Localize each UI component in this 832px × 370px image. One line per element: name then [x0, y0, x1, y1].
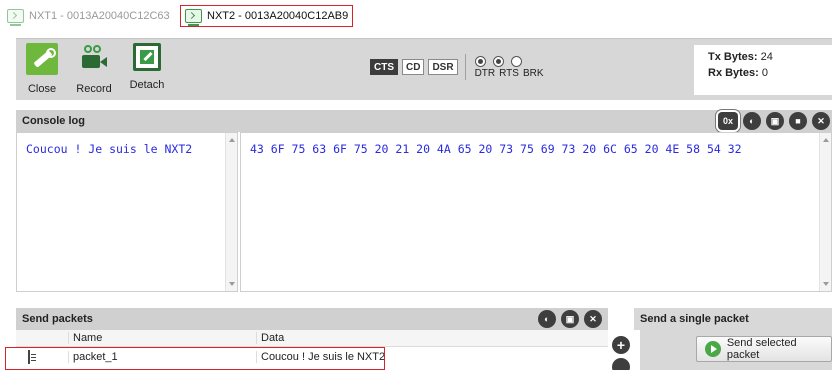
column-name: Name	[68, 332, 256, 344]
clear-icon[interactable]: ◐	[538, 310, 556, 328]
byte-stats: Tx Bytes: 24 Rx Bytes: 0	[694, 45, 832, 95]
console-log-header: Console log 0x ◐ ▣ ■ ✕	[16, 110, 832, 132]
line-toggles: DTR RTS BRK	[474, 55, 544, 79]
detach-icon	[133, 43, 161, 71]
single-packet-title: Send a single packet	[640, 313, 749, 325]
rts-label: RTS	[499, 67, 519, 79]
ascii-console[interactable]: Coucou ! Je suis le NXT2	[16, 132, 238, 292]
console-title: Console log	[22, 115, 85, 127]
close-icon[interactable]: ✕	[584, 310, 602, 328]
plug-icon	[26, 43, 58, 75]
tab-nxt2[interactable]: NXT2 - 0013A20040C12AB9	[180, 5, 354, 27]
brk-toggle[interactable]	[510, 55, 522, 67]
tab-label: NXT2 - 0013A20040C12AB9	[207, 10, 349, 22]
detach-label: Detach	[129, 79, 165, 91]
scrollbar[interactable]	[819, 133, 831, 291]
tx-value: 24	[760, 51, 773, 63]
tab-nxt1[interactable]: NXT1 - 0013A20040C12C63	[7, 5, 170, 27]
record-button[interactable]: Record	[76, 43, 112, 95]
ascii-text: Coucou ! Je suis le NXT2	[26, 142, 193, 156]
send-selected-packet-button[interactable]: Send selected packet	[696, 336, 832, 362]
save-icon[interactable]: ▣	[561, 310, 579, 328]
dtr-toggle[interactable]	[474, 55, 486, 67]
brk-label: BRK	[522, 67, 544, 79]
camera-icon	[78, 43, 110, 75]
single-packet-header: Send a single packet	[634, 308, 832, 330]
selected-row-highlight	[5, 347, 385, 370]
single-packet-panel: Send selected packet	[640, 330, 832, 370]
tx-label: Tx Bytes:	[708, 51, 758, 63]
close-label: Close	[27, 83, 57, 95]
dtr-label: DTR	[474, 67, 496, 79]
record-label: Record	[76, 83, 112, 95]
console-toolbar: Close Record Detach CTS CD DSR DTR RTS B…	[16, 38, 832, 100]
add-icon[interactable]: +	[612, 336, 630, 354]
tab-label: NXT1 - 0013A20040C12C63	[29, 10, 170, 22]
hex-text: 43 6F 75 63 6F 75 20 21 20 4A 65 20 73 7…	[250, 142, 742, 156]
hex-console[interactable]: 43 6F 75 63 6F 75 20 21 20 4A 65 20 73 7…	[240, 132, 832, 292]
dsr-indicator: DSR	[428, 59, 458, 75]
close-icon[interactable]: ✕	[812, 112, 830, 130]
close-button[interactable]: Close	[24, 43, 60, 95]
rx-value: 0	[761, 67, 768, 79]
rx-label: Rx Bytes:	[708, 67, 759, 79]
divider	[464, 54, 466, 80]
cd-indicator: CD	[402, 59, 425, 75]
connection-tabbar: NXT1 - 0013A20040C12C63 NXT2 - 0013A2004…	[0, 0, 832, 30]
rts-toggle[interactable]	[492, 55, 504, 67]
play-icon	[705, 341, 721, 357]
hex-toggle-button[interactable]: 0x	[718, 112, 738, 130]
detach-button[interactable]: Detach	[129, 43, 165, 91]
terminal-icon	[185, 9, 202, 26]
column-data: Data	[256, 332, 608, 344]
send-button-label: Send selected packet	[726, 337, 797, 361]
cts-indicator: CTS	[370, 59, 398, 75]
packet-actions: +	[608, 330, 632, 370]
save-icon[interactable]: ▣	[766, 112, 784, 130]
send-packets-header: Send packets ◐ ▣ ✕	[16, 308, 608, 330]
serial-lines: CTS CD DSR DTR RTS BRK	[370, 54, 544, 80]
terminal-icon	[7, 9, 24, 26]
table-header: Name Data	[16, 330, 608, 347]
lock-icon[interactable]: ■	[789, 112, 807, 130]
clear-icon[interactable]: ◐	[743, 112, 761, 130]
send-packets-title: Send packets	[22, 313, 93, 325]
scrollbar[interactable]	[225, 133, 237, 291]
gear-icon[interactable]	[612, 358, 630, 370]
